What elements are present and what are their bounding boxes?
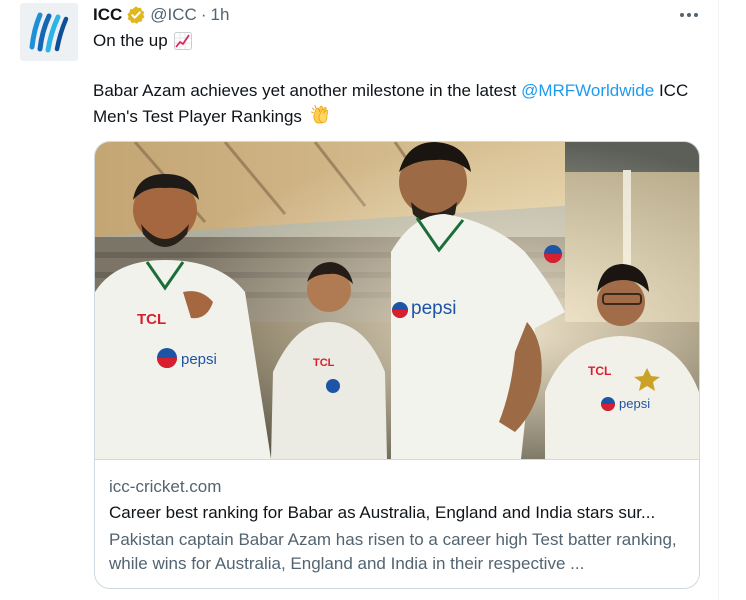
clapping-hands-emoji-icon [310,105,328,124]
chart-increasing-emoji-icon [173,32,192,50]
link-preview-card[interactable]: TCL pepsi TCL pepsi TCL pepsi icc-cricke… [94,141,700,589]
mention-link[interactable]: @MRFWorldwide [521,81,654,100]
more-options-icon [680,13,698,17]
verified-badge-icon [126,5,146,25]
card-domain: icc-cricket.com [109,477,222,496]
pepsi-sponsor-left: pepsi [181,351,217,368]
tweet-text-line-1: On the up [93,31,192,51]
tweet-body: Babar Azam achieves yet another mileston… [93,79,703,129]
more-options-button[interactable] [676,4,702,26]
pepsi-sponsor-right: pepsi [619,396,650,411]
card-description: Pakistan captain Babar Azam has risen to… [109,530,677,573]
players-photo: TCL pepsi TCL pepsi TCL pepsi [95,142,699,459]
timestamp[interactable]: 1h [211,5,230,25]
card-meta: icc-cricket.com Career best ranking for … [109,476,689,576]
tcl-sponsor-left: TCL [137,311,166,328]
separator-dot: · [200,5,207,24]
tcl-sponsor-right: TCL [588,364,611,378]
tweet-intro-text: On the up [93,31,168,50]
timeline-divider [718,0,719,600]
icc-logo-icon [24,7,74,57]
card-image[interactable]: TCL pepsi TCL pepsi TCL pepsi [95,142,699,460]
user-handle[interactable]: @ICC [150,5,197,25]
tweet-body-text-start: Babar Azam achieves yet another mileston… [93,81,522,100]
display-name[interactable]: ICC [93,5,122,25]
avatar[interactable] [20,3,78,61]
pepsi-sponsor-center: pepsi [411,298,456,319]
tcl-sponsor-mid: TCL [313,357,335,369]
tweet: ICC @ICC · 1h On the up Babar Azam achie… [0,0,746,600]
card-title: Career best ranking for Babar as Austral… [109,503,656,522]
tweet-header: ICC @ICC · 1h [93,4,229,26]
